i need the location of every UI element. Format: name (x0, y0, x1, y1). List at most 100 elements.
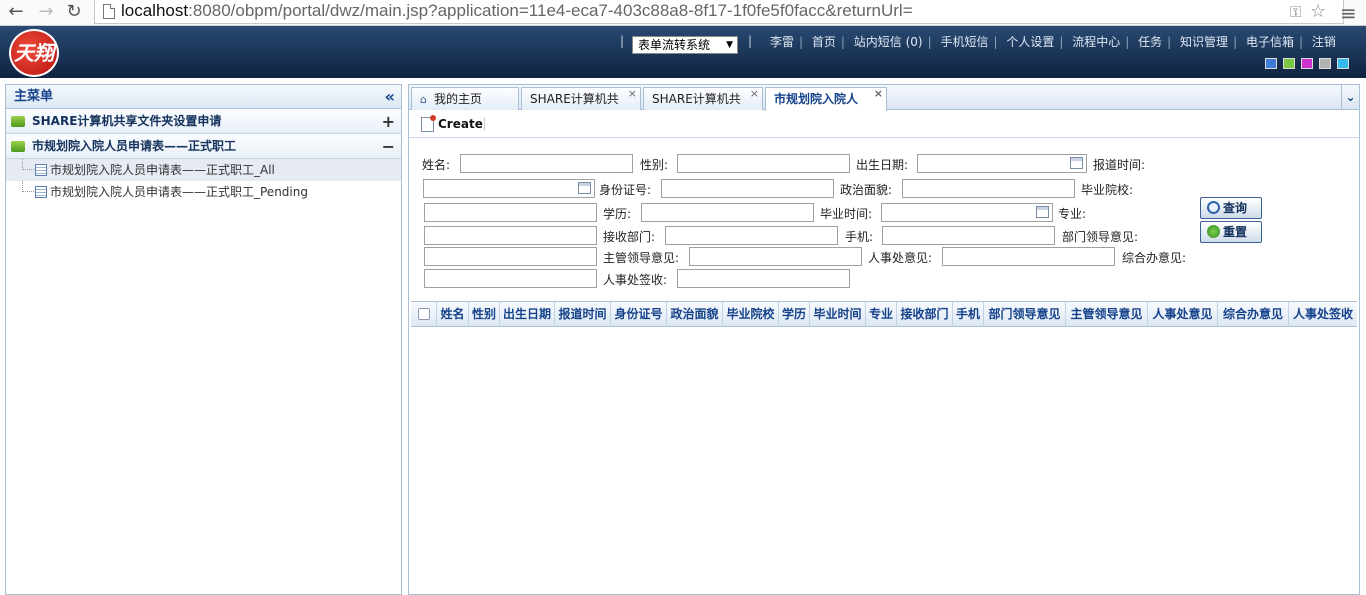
folder-arrow-icon (11, 141, 25, 152)
select-all-checkbox[interactable] (418, 308, 430, 320)
expand-icon[interactable]: + (382, 109, 395, 134)
column-header[interactable]: 身份证号 (611, 302, 667, 327)
id-number-field[interactable] (661, 179, 834, 198)
system-select[interactable]: 表单流转系统 ▼ (632, 36, 738, 54)
create-button[interactable]: Create (421, 115, 483, 135)
data-grid-header: 姓名 性别 出生日期 报道时间 身份证号 政治面貌 毕业院校 学历 毕业时间 专… (411, 301, 1357, 327)
mobile-field[interactable] (882, 226, 1055, 245)
theme-swatch-green[interactable] (1283, 58, 1295, 69)
nav-sms[interactable]: 手机短信 (940, 35, 988, 49)
tab-staff-application[interactable]: 市规划院入院人 × (765, 87, 887, 111)
nav-home[interactable]: 首页 (812, 35, 836, 49)
tab-share-1[interactable]: SHARE计算机共 × (521, 87, 641, 110)
nav-knowledge[interactable]: 知识管理 (1180, 35, 1228, 49)
back-icon[interactable]: ← (6, 2, 26, 22)
form-icon (35, 186, 47, 198)
column-header[interactable]: 政治面貌 (667, 302, 723, 327)
calendar-icon[interactable] (1036, 206, 1049, 218)
page-icon (103, 4, 115, 19)
sidebar-group-staff[interactable]: 市规划院入院人员申请表——正式职工 − (6, 134, 401, 159)
nav-settings[interactable]: 个人设置 (1006, 35, 1054, 49)
dept-field[interactable] (665, 226, 838, 245)
sidebar-group-label: 市规划院入院人员申请表——正式职工 (32, 139, 237, 153)
browser-toolbar: ← → ↻ localhost:8080/obpm/portal/dwz/mai… (0, 0, 1366, 26)
collapse-left-icon[interactable]: « (385, 85, 395, 109)
education-label: 学历: (603, 207, 632, 221)
column-header[interactable]: 主管领导意见 (1066, 302, 1148, 327)
header-separator: | (748, 34, 753, 48)
birth-label: 出生日期: (856, 158, 909, 172)
theme-swatch-blue[interactable] (1265, 58, 1277, 69)
column-header[interactable]: 人事处意见 (1148, 302, 1218, 327)
column-header[interactable]: 报道时间 (555, 302, 611, 327)
school-label: 毕业院校: (1081, 183, 1134, 197)
tab-home[interactable]: ⌂ 我的主页 (411, 87, 519, 110)
address-bar[interactable]: localhost:8080/obpm/portal/dwz/main.jsp?… (94, 0, 1344, 24)
nav-tasks[interactable]: 任务 (1138, 35, 1162, 49)
school-field[interactable] (424, 203, 597, 222)
query-button[interactable]: 查询 (1200, 197, 1262, 219)
calendar-icon[interactable] (578, 182, 591, 194)
theme-swatch-silver[interactable] (1319, 58, 1331, 69)
sidebar-group-share[interactable]: SHARE计算机共享文件夹设置申请 + (6, 109, 401, 134)
hr-opinion-field[interactable] (942, 247, 1115, 266)
dept-leader-field[interactable] (424, 247, 597, 266)
column-header[interactable]: 毕业时间 (810, 302, 866, 327)
column-header[interactable]: 性别 (469, 302, 500, 327)
close-icon[interactable]: × (750, 88, 759, 105)
column-header[interactable]: 学历 (779, 302, 810, 327)
search-icon (1207, 201, 1220, 214)
name-field[interactable] (460, 154, 633, 173)
sidebar-item-label: 市规划院入院人员申请表——正式职工_All (50, 163, 275, 177)
birth-date-field[interactable] (917, 154, 1087, 173)
logo: 天翔 (9, 29, 59, 77)
theme-swatch-purple[interactable] (1301, 58, 1313, 69)
chief-leader-field[interactable] (689, 247, 862, 266)
url-text[interactable]: localhost:8080/obpm/portal/dwz/main.jsp?… (121, 1, 913, 21)
sidebar-group-label: SHARE计算机共享文件夹设置申请 (32, 114, 222, 128)
toolbar-separator (484, 117, 485, 131)
nav-user[interactable]: 李雷 (770, 35, 794, 49)
column-header[interactable]: 毕业院校 (723, 302, 779, 327)
report-time-field[interactable] (423, 179, 595, 198)
political-status-field[interactable] (902, 179, 1075, 198)
education-field[interactable] (641, 203, 814, 222)
close-icon[interactable]: × (628, 88, 637, 105)
sidebar-item-pending[interactable]: 市规划院入院人员申请表——正式职工_Pending (6, 181, 401, 203)
new-document-icon (421, 115, 436, 132)
tab-list-icon[interactable]: ⌄ (1341, 85, 1359, 109)
column-header[interactable]: 接收部门 (897, 302, 953, 327)
hr-sign-field[interactable] (677, 269, 850, 288)
major-field[interactable] (424, 226, 597, 245)
nav-process-center[interactable]: 流程中心 (1072, 35, 1120, 49)
nav-messages[interactable]: 站内短信 (0) (854, 35, 923, 49)
column-header[interactable]: 手机 (953, 302, 984, 327)
column-header[interactable]: 人事处签收 (1289, 302, 1357, 327)
column-header[interactable]: 专业 (866, 302, 897, 327)
theme-swatches (1265, 58, 1355, 72)
reset-button[interactable]: 重置 (1200, 221, 1262, 243)
sidebar-item-all[interactable]: 市规划院入院人员申请表——正式职工_All (6, 159, 401, 181)
close-icon[interactable]: × (874, 88, 883, 105)
key-icon[interactable]: ⚿ (1290, 3, 1301, 21)
column-header[interactable]: 出生日期 (500, 302, 555, 327)
nav-logout[interactable]: 注销 (1312, 35, 1336, 49)
forward-icon[interactable]: → (36, 2, 56, 22)
column-header[interactable]: 姓名 (437, 302, 469, 327)
general-opinion-field[interactable] (424, 269, 597, 288)
nav-email[interactable]: 电子信箱 (1246, 35, 1294, 49)
calendar-icon[interactable] (1070, 157, 1083, 169)
column-header[interactable]: 综合办意见 (1218, 302, 1289, 327)
browser-menu-icon[interactable]: ≡ (1340, 1, 1357, 25)
column-header[interactable]: 部门领导意见 (984, 302, 1066, 327)
bookmark-star-icon[interactable]: ☆ (1310, 1, 1326, 22)
dept-label: 接收部门: (603, 230, 656, 244)
tree-line (22, 159, 34, 170)
theme-swatch-cyan[interactable] (1337, 58, 1349, 69)
hr-sign-label: 人事处签收: (603, 273, 668, 287)
reload-icon[interactable]: ↻ (64, 2, 84, 22)
grad-time-field[interactable] (881, 203, 1053, 222)
gender-field[interactable] (677, 154, 850, 173)
tab-share-2[interactable]: SHARE计算机共 × (643, 87, 763, 110)
collapse-icon[interactable]: − (382, 134, 395, 159)
